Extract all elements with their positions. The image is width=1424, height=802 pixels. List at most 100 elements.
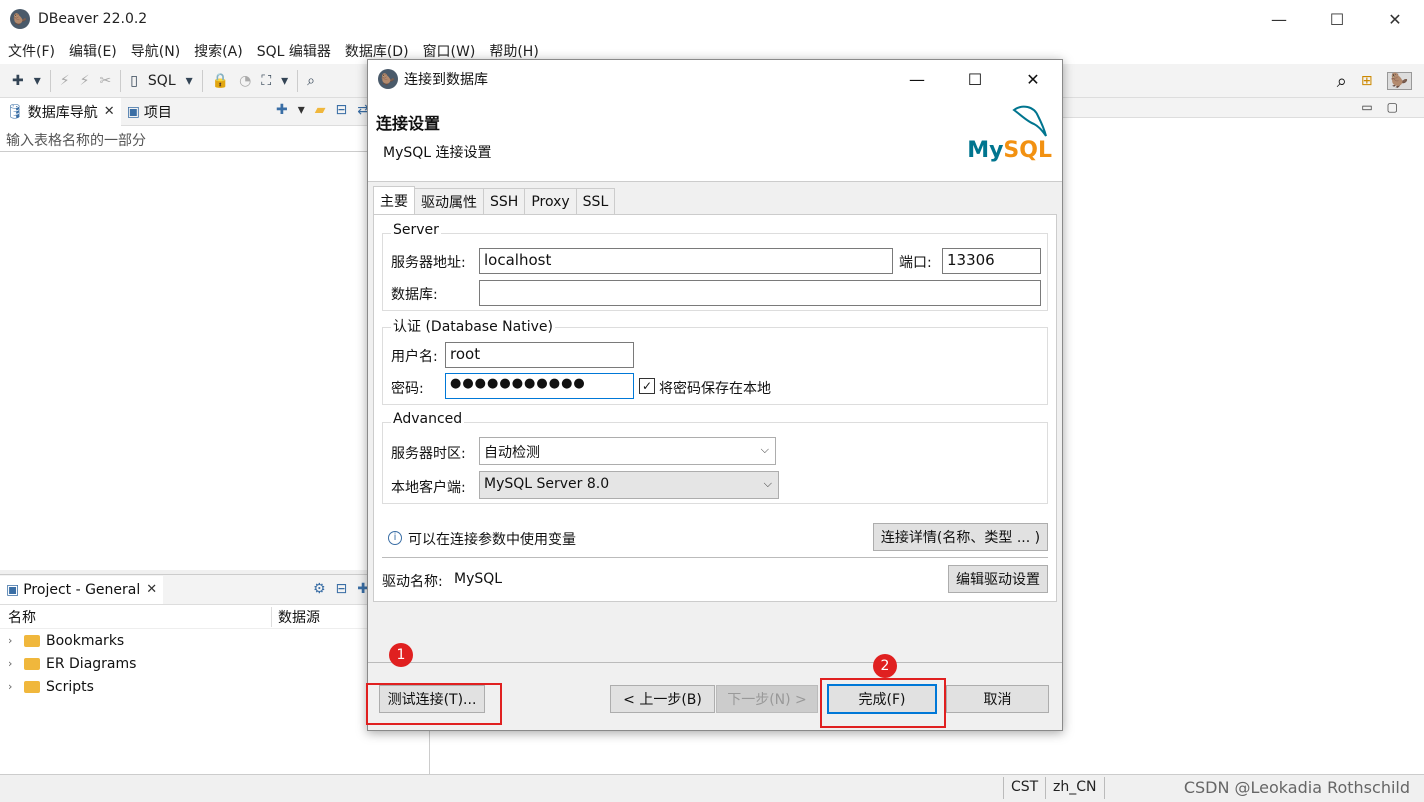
password-input[interactable]: ●●●●●●●●●●●	[445, 373, 634, 399]
host-input[interactable]: localhost	[479, 248, 893, 274]
server-group-label: Server	[391, 222, 441, 238]
edit-driver-settings-button[interactable]: 编辑驱动设置	[948, 565, 1048, 593]
status-bar: CST zh_CN CSDN @Leokadia Rothschild	[0, 774, 1424, 802]
gear-icon[interactable]: ⚙	[313, 581, 326, 597]
minimize-icon[interactable]: —	[888, 60, 946, 98]
info-icon: i	[388, 531, 402, 545]
global-search-icon[interactable]: ⌕	[1337, 71, 1347, 92]
perspective-icon[interactable]: ⊞	[1361, 73, 1373, 89]
database-input[interactable]	[479, 280, 1041, 306]
close-icon[interactable]: ✕	[1366, 0, 1424, 38]
collapse-icon[interactable]: ⊟	[336, 102, 348, 118]
chevron-right-icon[interactable]: ›	[8, 634, 24, 647]
dialog-header: 连接设置 MySQL 连接设置 MySQL	[368, 98, 1062, 182]
server-timezone-label: 服务器时区:	[391, 446, 466, 462]
network-icon[interactable]: ⛶	[261, 73, 271, 89]
new-folder-icon[interactable]: ▰	[315, 102, 326, 118]
menu-sql-editor[interactable]: SQL 编辑器	[250, 41, 338, 61]
sql-button[interactable]: SQL	[148, 73, 176, 89]
lock-icon[interactable]: 🔒	[212, 73, 229, 89]
app-titlebar: 🦫 DBeaver 22.0.2 — ☐ ✕	[0, 0, 1424, 38]
footer-separator	[368, 662, 1062, 663]
tab-project-general[interactable]: ▣ Project - General ✕	[0, 575, 164, 604]
menu-file[interactable]: 文件(F)	[0, 41, 62, 61]
maximize-icon[interactable]: ☐	[946, 60, 1004, 98]
chevron-down-icon[interactable]: ▾	[298, 102, 305, 118]
project-table-header: 名称 数据源	[0, 605, 429, 629]
server-group: Server 服务器地址: localhost 端口: 13306 数据库:	[382, 222, 1048, 311]
database-label: 数据库:	[391, 287, 438, 303]
close-icon[interactable]: ✕	[104, 104, 115, 119]
column-name[interactable]: 名称	[0, 606, 272, 627]
menu-help[interactable]: 帮助(H)	[482, 41, 545, 61]
username-label: 用户名:	[391, 349, 438, 365]
database-navigator-pane: 🛢 数据库导航 ✕ ▣ 项目 ✚ ▾ ▰ ⊟ ⇄ 输入表格名称的一部分	[0, 97, 430, 570]
diagram-folder-icon	[24, 657, 40, 670]
connection-details-button[interactable]: 连接详情(名称、类型 ... )	[873, 523, 1048, 551]
reconnect-icon[interactable]: ✂	[99, 73, 111, 89]
chevron-down-icon[interactable]: ▾	[34, 73, 41, 89]
annotation-box-test	[366, 683, 502, 725]
search-icon[interactable]: ⌕	[307, 73, 315, 89]
tab-projects[interactable]: ▣ 项目	[121, 98, 178, 126]
tab-database-navigator[interactable]: 🛢 数据库导航 ✕	[0, 97, 121, 126]
close-icon[interactable]: ✕	[1004, 60, 1062, 98]
script-folder-icon	[24, 680, 40, 693]
driver-name-label: 驱动名称:	[382, 574, 443, 590]
watermark: CSDN @Leokadia Rothschild	[1183, 778, 1410, 797]
separator	[382, 557, 1048, 558]
close-icon[interactable]: ✕	[146, 582, 157, 597]
auth-group: 认证 (Database Native) 用户名: root 密码: ●●●●●…	[382, 316, 1048, 405]
mysql-dolphin-icon	[1012, 105, 1047, 137]
cancel-button[interactable]: 取消	[946, 685, 1049, 713]
tree-item-scripts[interactable]: › Scripts	[0, 675, 429, 698]
status-divider	[1045, 777, 1046, 799]
minimize-icon[interactable]: —	[1250, 0, 1308, 38]
port-label: 端口:	[899, 255, 932, 271]
disconnect-icon[interactable]: ⚡	[80, 73, 90, 89]
status-divider	[1003, 777, 1004, 799]
dbeaver-logo-icon: 🦫	[10, 9, 30, 29]
tab-proxy[interactable]: Proxy	[524, 188, 577, 214]
sql-editor-icon[interactable]: ▯	[130, 73, 138, 89]
dbeaver-perspective-icon[interactable]: 🦫	[1386, 72, 1412, 90]
chevron-right-icon[interactable]: ›	[8, 657, 24, 670]
save-password-checkbox[interactable]: ✓	[639, 378, 655, 394]
column-datasource[interactable]: 数据源	[272, 607, 320, 627]
tab-ssh[interactable]: SSH	[483, 188, 526, 214]
editor-window-controls[interactable]: ▭▢	[1361, 100, 1412, 114]
app-title: DBeaver 22.0.2	[38, 11, 148, 27]
local-client-select[interactable]: MySQL Server 8.0 ⌵	[479, 471, 779, 499]
save-password-label[interactable]: 将密码保存在本地	[659, 378, 771, 398]
new-connection-icon[interactable]: ✚	[276, 102, 288, 118]
collapse-icon[interactable]: ⊟	[336, 581, 348, 597]
tab-main[interactable]: 主要	[373, 186, 415, 214]
menu-navigate[interactable]: 导航(N)	[124, 41, 187, 61]
port-input[interactable]: 13306	[942, 248, 1041, 274]
menu-search[interactable]: 搜索(A)	[187, 41, 250, 61]
dashboard-icon[interactable]: ◔	[239, 73, 251, 89]
annotation-badge-2: 2	[873, 654, 897, 678]
chevron-down-icon[interactable]: ▾	[186, 73, 193, 89]
chevron-down-icon: ⌵	[763, 477, 772, 490]
username-input[interactable]: root	[445, 342, 634, 368]
menu-edit[interactable]: 编辑(E)	[62, 41, 124, 61]
menu-database[interactable]: 数据库(D)	[338, 41, 416, 61]
tab-driver-properties[interactable]: 驱动属性	[414, 188, 484, 214]
chevron-down-icon: ⌵	[760, 443, 769, 456]
chevron-down-icon[interactable]: ▾	[281, 73, 288, 89]
tab-ssl[interactable]: SSL	[575, 188, 616, 214]
tree-item-bookmarks[interactable]: › Bookmarks	[0, 629, 429, 652]
maximize-icon[interactable]: ☐	[1308, 0, 1366, 38]
server-timezone-select[interactable]: 自动检测 ⌵	[479, 437, 776, 465]
database-icon: 🛢	[6, 103, 24, 120]
menu-window[interactable]: 窗口(W)	[416, 41, 483, 61]
connect-icon[interactable]: ⚡	[60, 73, 70, 89]
chevron-right-icon[interactable]: ›	[8, 680, 24, 693]
back-button[interactable]: < 上一步(B)	[610, 685, 715, 713]
navigator-filter-input[interactable]: 输入表格名称的一部分	[0, 126, 429, 152]
auth-group-label: 认证 (Database Native)	[391, 316, 555, 336]
next-button[interactable]: 下一步(N) >	[716, 685, 818, 713]
new-connection-icon[interactable]: ✚	[12, 73, 24, 89]
tree-item-er-diagrams[interactable]: › ER Diagrams	[0, 652, 429, 675]
